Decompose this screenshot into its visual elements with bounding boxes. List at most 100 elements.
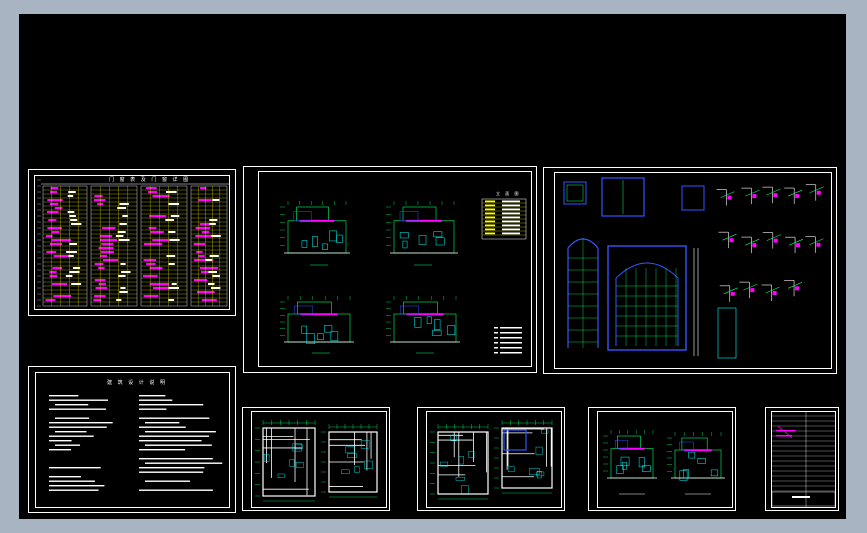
cad-fill (502, 216, 520, 219)
cad-fill (121, 271, 131, 273)
cad-fill (485, 220, 495, 223)
cad-fill (116, 299, 122, 301)
cad-line (426, 316, 432, 324)
cad-fill (502, 224, 520, 227)
cad-fill (53, 295, 72, 298)
sheet-elevations[interactable]: 立 面 图 (243, 166, 537, 373)
cad-fill (49, 480, 95, 482)
cad-fill (485, 208, 495, 211)
cad-line (563, 181, 587, 205)
cad-line (364, 460, 373, 469)
cad-fill (500, 347, 522, 349)
cad-fill (485, 204, 495, 207)
cad-fill (169, 239, 180, 241)
cad-fill (502, 220, 520, 223)
cad-line (674, 449, 722, 479)
cad-line (681, 437, 708, 451)
cad-fill (45, 235, 53, 238)
cad-line (745, 238, 760, 246)
cad-fill (120, 263, 126, 265)
drawing-index-table (771, 412, 836, 508)
cad-fill (49, 485, 105, 487)
cad-line (447, 325, 456, 336)
cad-fill (119, 291, 128, 293)
cad-fill (139, 399, 173, 401)
cad-fill (69, 271, 80, 273)
cad-line (809, 238, 824, 246)
cad-fill (47, 199, 63, 202)
cad-fill (49, 408, 107, 410)
cad-fill (165, 219, 174, 221)
sheet-design-notes[interactable]: 建 筑 设 计 说 明 (28, 366, 236, 513)
cad-fill (730, 291, 735, 296)
cad-fill (168, 299, 175, 301)
cad-fill (54, 207, 63, 210)
cad-line (402, 206, 437, 222)
sheet-door-window-schedule[interactable]: 门 窗 表 及 门 窗 详 图 (28, 169, 236, 316)
cad-line (393, 313, 457, 343)
cad-line (347, 453, 357, 458)
cad-line (360, 440, 370, 449)
cad-fill (147, 191, 158, 194)
cad-fill (485, 216, 495, 219)
cad-fill (49, 440, 72, 442)
cad-line (641, 465, 651, 472)
cad-fill (727, 195, 732, 200)
cad-line (434, 319, 441, 330)
cad-fill (193, 279, 208, 282)
cad-fill (46, 211, 59, 214)
cad-fill (502, 204, 520, 207)
cad-fill (168, 287, 179, 289)
cad-line (717, 307, 737, 359)
cad-line (296, 301, 332, 315)
sheet-drawing-index[interactable] (765, 407, 839, 511)
cad-fill (196, 251, 203, 254)
cad-line (535, 446, 543, 455)
cad-fill (118, 275, 126, 277)
cad-fill (53, 255, 71, 258)
cad-line (402, 240, 408, 249)
cad-fill (792, 496, 810, 498)
cad-fill (139, 435, 210, 437)
cad-line (541, 429, 549, 434)
cad-line (771, 491, 836, 507)
sheet-floor-plans-1[interactable] (242, 407, 390, 511)
sheet-floor-plans-2[interactable] (417, 407, 565, 511)
cad-fill (139, 489, 213, 491)
cad-fill (205, 259, 212, 261)
cad-fill (55, 431, 87, 433)
cad-line (341, 469, 350, 475)
cad-fill (165, 191, 177, 193)
cad-line (277, 473, 285, 478)
cad-fill (772, 290, 777, 295)
cad-line (301, 240, 308, 248)
cad-fill (48, 219, 57, 222)
cad-fill (752, 243, 757, 248)
cad-fill (47, 227, 62, 230)
drawing-canvas[interactable]: 门 窗 表 及 门 窗 详 图 立 面 图 建 筑 设 计 说 明 (19, 14, 846, 519)
cad-fill (148, 227, 157, 230)
cad-fill (49, 489, 99, 491)
cad-line (432, 330, 442, 336)
cad-fill (49, 476, 81, 478)
cad-fill (49, 449, 72, 451)
sheet-window-details[interactable] (543, 167, 837, 374)
cad-line (460, 485, 469, 494)
cad-fill (773, 238, 778, 243)
cad-fill (485, 200, 495, 203)
cad-fill (485, 224, 495, 227)
cad-fill (171, 283, 177, 285)
floor-plan-drawings (430, 420, 553, 500)
cad-fill (100, 251, 114, 254)
cad-fill (199, 267, 219, 270)
cad-line (745, 189, 760, 197)
sheet-sections[interactable] (588, 407, 736, 511)
cad-fill (101, 243, 114, 246)
cad-fill (816, 190, 821, 195)
cad-line (329, 230, 337, 242)
cad-fill (139, 471, 204, 473)
cad-line (743, 283, 758, 291)
cad-fill (485, 232, 495, 235)
cad-line (615, 262, 679, 346)
cad-line (536, 471, 545, 477)
